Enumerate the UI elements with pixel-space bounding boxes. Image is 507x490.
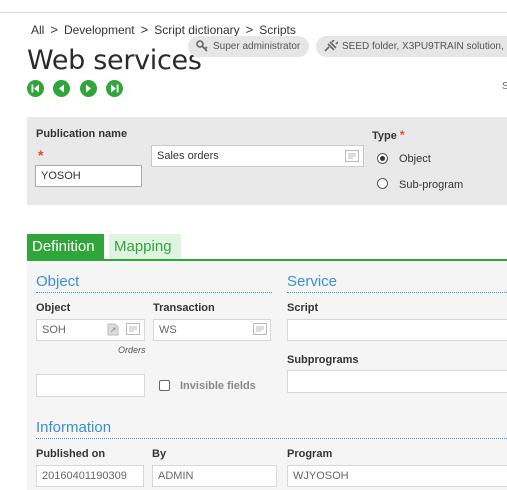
description-input[interactable]: Sales orders [151, 145, 364, 167]
type-label-text: Type [372, 130, 397, 142]
invisible-fields-checkbox[interactable] [159, 380, 170, 391]
by-label: By [152, 448, 167, 460]
previous-record-icon[interactable] [53, 80, 70, 97]
truncated-right-text: S [502, 81, 507, 92]
subprograms-label: Subprograms [287, 354, 359, 366]
published-on-label: Published on [36, 448, 106, 460]
first-record-icon[interactable] [27, 80, 44, 97]
top-divider [0, 12, 507, 13]
section-title-service: Service [287, 273, 338, 290]
transaction-value: WS [159, 324, 177, 336]
selection-icon[interactable] [253, 323, 267, 335]
publication-name-input[interactable]: YOSOH [35, 165, 142, 187]
object-label: Object [36, 302, 71, 314]
required-marker: * [399, 128, 405, 142]
breadcrumb-separator: > [140, 22, 149, 37]
next-record-icon[interactable] [80, 80, 97, 97]
extra-field-input[interactable] [36, 374, 145, 397]
page-title: Web services [27, 45, 202, 76]
object-caption: Orders [118, 345, 146, 355]
script-input[interactable] [287, 319, 507, 341]
translation-icon[interactable] [345, 150, 359, 162]
role-chip-label: Super administrator [213, 41, 301, 52]
folder-chip[interactable]: SEED folder, X3PU9TRAIN solution, lo [316, 36, 507, 57]
program-label: Program [287, 448, 333, 460]
breadcrumb-separator: > [245, 22, 254, 37]
object-value: SOH [42, 324, 66, 336]
key-icon [196, 40, 208, 52]
section-divider [287, 292, 507, 293]
role-chip[interactable]: Super administrator [188, 36, 310, 57]
radio-sub-program-label: Sub-program [399, 179, 464, 191]
program-field: WJYOSOH [287, 465, 507, 487]
by-field: ADMIN [152, 465, 277, 487]
breadcrumb-item-scripts[interactable]: Scripts [259, 23, 296, 37]
radio-object[interactable] [377, 153, 388, 164]
section-divider [36, 292, 272, 293]
breadcrumb-item-all[interactable]: All [31, 23, 44, 37]
plug-icon [324, 39, 339, 52]
breadcrumb-item-script-dictionary[interactable]: Script dictionary [154, 23, 239, 37]
script-label: Script [287, 302, 319, 314]
breadcrumb: All > Development > Script dictionary > Script… [31, 22, 296, 37]
required-marker: * [38, 147, 44, 163]
section-title-information: Information [36, 419, 112, 436]
radio-object-label: Object [399, 153, 431, 165]
last-record-icon[interactable] [106, 80, 123, 97]
tab-mapping[interactable]: Mapping [109, 234, 181, 259]
section-divider [36, 438, 507, 439]
tab-definition[interactable]: Definition [27, 234, 104, 259]
breadcrumb-separator: > [50, 22, 58, 37]
selection-icon[interactable] [126, 323, 140, 335]
publication-name-label: Publication name [36, 128, 128, 140]
transaction-label: Transaction [153, 302, 215, 314]
folder-chip-label: SEED folder, X3PU9TRAIN solution, lo [342, 41, 507, 52]
type-label: Type * [372, 128, 405, 142]
radio-sub-program[interactable] [377, 178, 388, 189]
section-title-object: Object [36, 273, 80, 290]
subprograms-input[interactable] [287, 370, 507, 393]
invisible-fields-label: Invisible fields [180, 380, 256, 392]
breadcrumb-item-development[interactable]: Development [64, 23, 135, 37]
published-on-field: 20160401190309 [36, 465, 144, 487]
zoom-link-icon[interactable] [107, 323, 119, 336]
description-value: Sales orders [157, 150, 219, 162]
